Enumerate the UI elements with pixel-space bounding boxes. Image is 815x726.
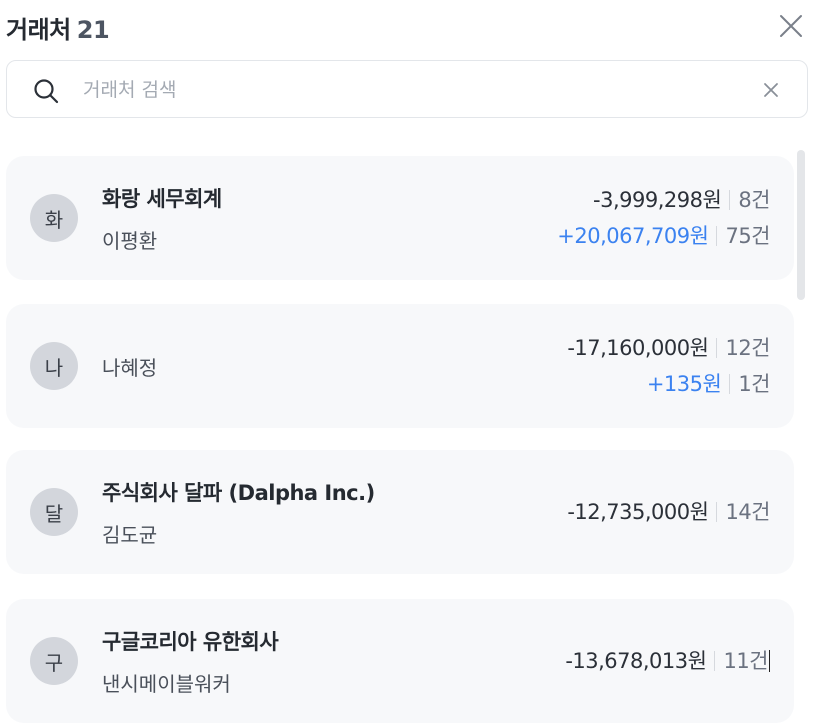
search-box xyxy=(6,60,808,118)
vendor-person: 이평환 xyxy=(102,228,158,253)
vendor-card[interactable]: 나 나혜정 -17,160,000원 12건 +135원 1건 xyxy=(6,304,794,428)
text-cursor xyxy=(769,650,770,672)
vendor-list: 화 화랑 세무회계 이평환 -3,999,298원 8건 +20,067,709… xyxy=(6,156,794,726)
amount-value: -13,678,013원 xyxy=(565,649,707,673)
transaction-count: 1건 xyxy=(738,372,770,396)
vendor-person: 김도균 xyxy=(102,522,158,547)
clear-icon[interactable] xyxy=(763,82,779,98)
avatar: 구 xyxy=(30,637,78,685)
vendor-company: 구글코리아 유한회사 xyxy=(102,629,279,654)
panel-header: 거래처 21 xyxy=(6,10,815,44)
divider xyxy=(729,374,731,394)
transaction-count: 11건 xyxy=(723,649,768,673)
avatar: 나 xyxy=(30,342,78,390)
vendor-person: 낸시메이블워커 xyxy=(102,671,231,696)
amount-value: -3,999,298원 xyxy=(593,188,722,212)
transaction-count: 14건 xyxy=(725,500,770,524)
page-title: 거래처 21 xyxy=(6,10,110,45)
vendor-amounts: -12,735,000원 14건 xyxy=(567,450,770,574)
amount-value: -12,735,000원 xyxy=(567,500,709,524)
vendor-amounts: -3,999,298원 8건 +20,067,709원 75건 xyxy=(557,156,770,280)
vendor-count: 21 xyxy=(76,16,110,44)
amount-row: -17,160,000원 12건 xyxy=(567,333,770,363)
amount-value: -17,160,000원 xyxy=(567,336,709,360)
amount-row: -13,678,013원 11건 xyxy=(565,646,770,676)
transaction-count: 75건 xyxy=(725,224,770,248)
divider xyxy=(716,226,718,246)
page-title-label: 거래처 xyxy=(6,16,71,44)
search-input[interactable] xyxy=(83,75,743,105)
avatar: 화 xyxy=(30,194,78,242)
amount-value: +20,067,709원 xyxy=(557,224,709,248)
amount-row: +20,067,709원 75건 xyxy=(557,221,770,251)
vendor-name-block: 주식회사 달파 (Dalpha Inc.) 김도균 xyxy=(102,450,375,574)
close-button[interactable] xyxy=(779,14,803,38)
amount-row: +135원 1건 xyxy=(646,369,771,399)
vendor-amounts: -13,678,013원 11건 xyxy=(565,599,770,723)
vendor-name-block: 나혜정 xyxy=(102,304,157,428)
vendor-card[interactable]: 달 주식회사 달파 (Dalpha Inc.) 김도균 -12,735,000원… xyxy=(6,450,794,574)
vendor-company: 화랑 세무회계 xyxy=(102,186,222,211)
vendor-name-block: 구글코리아 유한회사 낸시메이블워커 xyxy=(102,599,279,723)
vendor-card[interactable]: 구 구글코리아 유한회사 낸시메이블워커 -13,678,013원 11건 xyxy=(6,599,794,723)
divider xyxy=(716,338,718,358)
amount-row: -3,999,298원 8건 xyxy=(593,185,770,215)
vendor-company: 주식회사 달파 (Dalpha Inc.) xyxy=(102,480,375,505)
transaction-count: 12건 xyxy=(725,336,770,360)
vendor-amounts: -17,160,000원 12건 +135원 1건 xyxy=(567,304,770,428)
scrollbar-thumb[interactable] xyxy=(797,150,805,300)
transaction-count: 8건 xyxy=(738,188,770,212)
vendor-person: 나혜정 xyxy=(102,355,158,380)
vendor-name-block: 화랑 세무회계 이평환 xyxy=(102,156,222,280)
vendor-card[interactable]: 화 화랑 세무회계 이평환 -3,999,298원 8건 +20,067,709… xyxy=(6,156,794,280)
amount-value: +135원 xyxy=(646,372,722,396)
search-icon xyxy=(34,79,59,104)
avatar: 달 xyxy=(30,488,78,536)
divider xyxy=(716,502,718,522)
divider xyxy=(729,190,731,210)
divider xyxy=(714,651,716,671)
close-icon xyxy=(780,15,802,37)
amount-row: -12,735,000원 14건 xyxy=(567,497,770,527)
